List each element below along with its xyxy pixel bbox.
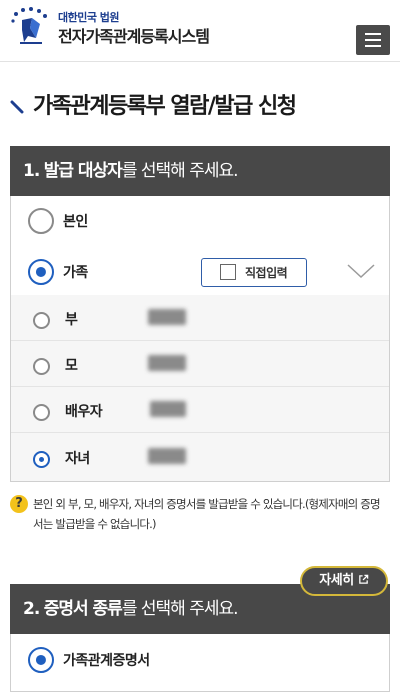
app-header: 대한민국 법원 전자가족관계등록시스템	[0, 0, 400, 62]
court-logo-icon[interactable]	[10, 6, 50, 46]
radio-spouse[interactable]	[33, 404, 50, 421]
section1-heading-bold: 발급 대상자	[43, 161, 123, 181]
radio-self[interactable]	[28, 208, 54, 234]
member-mother-label: 모	[65, 358, 78, 374]
issuance-note: 본인 외 부, 모, 배우자, 자녀의 증명서를 발급받을 수 있습니다.(형제…	[33, 497, 381, 531]
member-father-label: 부	[65, 312, 78, 328]
option-self-label: 본인	[63, 214, 88, 230]
help-icon: ?	[10, 495, 28, 513]
chevron-down-icon[interactable]	[346, 262, 376, 280]
section2-heading-bold: 증명서 종류	[43, 599, 123, 619]
radio-family[interactable]	[28, 259, 54, 285]
system-name: 전자가족관계등록시스템	[58, 27, 210, 46]
redacted-name	[148, 448, 186, 464]
section1-heading-rest: 를 선택해 주세요.	[121, 161, 239, 181]
redacted-name	[148, 355, 186, 371]
page-title: 가족관계등록부 열람/발급 신청	[33, 94, 297, 119]
section2-heading-rest: 를 선택해 주세요.	[121, 599, 239, 619]
title-accent-icon	[10, 100, 24, 114]
hamburger-menu-icon	[365, 33, 381, 35]
section1-number: 1.	[23, 161, 40, 181]
radio-mother[interactable]	[33, 358, 50, 375]
radio-father[interactable]	[33, 312, 50, 329]
option-family-label: 가족	[63, 265, 88, 281]
section2-number: 2.	[23, 599, 40, 619]
redacted-name	[150, 401, 186, 417]
section1-heading: 1. 발급 대상자를 선택해 주세요.	[10, 146, 390, 196]
detail-button-label: 자세히	[319, 573, 354, 588]
member-spouse-label: 배우자	[65, 404, 103, 420]
detail-button[interactable]: 자세히	[300, 566, 388, 596]
direct-input-checkbox[interactable]	[220, 264, 236, 280]
cert-type-label: 가족관계증명서	[63, 653, 150, 669]
hamburger-menu-button[interactable]	[356, 25, 390, 55]
member-child-label: 자녀	[65, 451, 90, 467]
radio-family-relation-cert[interactable]	[28, 647, 54, 673]
external-link-icon	[358, 574, 368, 584]
direct-input-button[interactable]: 직접입력	[201, 258, 307, 287]
redacted-name	[148, 309, 186, 325]
radio-child[interactable]	[33, 451, 50, 468]
direct-input-label: 직접입력	[245, 266, 288, 280]
